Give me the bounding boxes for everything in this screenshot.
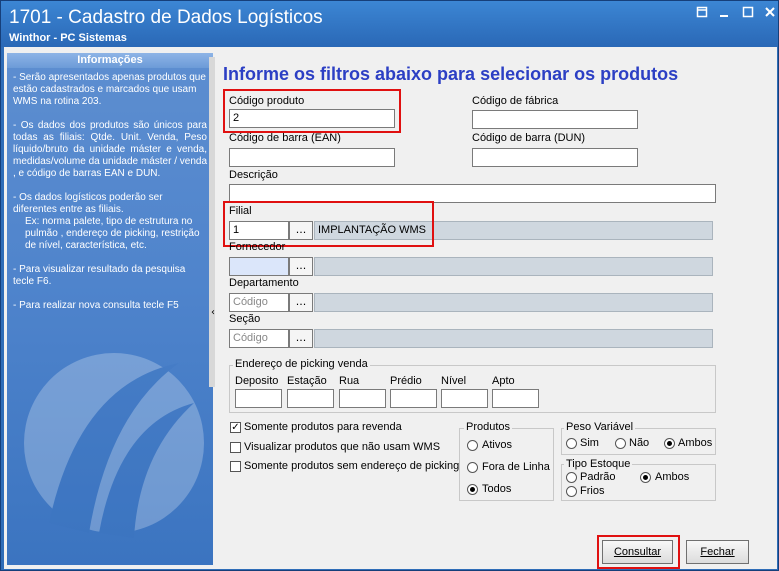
sem-picking-checkbox[interactable] <box>230 461 241 472</box>
tipo-ambos-radio[interactable] <box>640 472 651 483</box>
somente-revenda-label: Somente produtos para revenda <box>244 421 402 433</box>
tipo-padrao-radio[interactable] <box>566 472 577 483</box>
codigo-fabrica-input[interactable] <box>472 110 638 129</box>
form-heading: Informe os filtros abaixo para seleciona… <box>223 64 679 84</box>
info-text-1: - Serão apresentados apenas produtos que… <box>13 72 206 107</box>
produtos-fora-linha-radio[interactable] <box>467 462 478 473</box>
peso-sim-radio[interactable] <box>566 438 577 449</box>
info-text-4: Ex: norma palete, tipo de estrutura no p… <box>25 216 200 251</box>
secao-input[interactable]: Código <box>229 329 289 348</box>
info-panel: Informações - Serão apresentados apenas … <box>7 53 213 565</box>
picking-rua-label: Rua <box>339 375 360 387</box>
secao-lookup-button[interactable]: ... <box>289 329 313 348</box>
fornecedor-label: Fornecedor <box>229 241 286 253</box>
picking-estacao-label: Estação <box>287 375 327 387</box>
peso-variavel-title: Peso Variável <box>564 421 636 433</box>
secao-description <box>314 329 713 348</box>
peso-nao-label: Não <box>629 437 650 449</box>
picking-predio-input[interactable] <box>390 389 437 408</box>
picking-predio-label: Prédio <box>390 375 422 387</box>
fornecedor-lookup-button[interactable]: ... <box>289 257 313 276</box>
fornecedor-description <box>314 257 713 276</box>
info-header: Informações <box>7 53 213 68</box>
departamento-description <box>314 293 713 312</box>
app-window: 1701 - Cadastro de Dados Logísticos Wint… <box>0 0 779 571</box>
pc-logo-icon <box>24 353 204 538</box>
picking-estacao-input[interactable] <box>287 389 334 408</box>
info-text-2: - Os dados dos produtos são únicos para … <box>13 120 208 179</box>
peso-ambos-radio[interactable] <box>664 438 675 449</box>
chevron-left-icon[interactable]: ‹ <box>211 307 215 318</box>
highlight-consultar <box>597 535 680 569</box>
picking-deposito-input[interactable] <box>235 389 282 408</box>
peso-nao-radio[interactable] <box>615 438 626 449</box>
picking-nivel-label: Nível <box>441 375 467 387</box>
produtos-ativos-radio[interactable] <box>467 440 478 451</box>
departamento-input[interactable]: Código <box>229 293 289 312</box>
produtos-group-title: Produtos <box>464 421 513 433</box>
secao-label: Seção <box>229 313 261 325</box>
picking-rua-input[interactable] <box>339 389 386 408</box>
tipo-frios-radio[interactable] <box>566 486 577 497</box>
sem-picking-label: Somente produtos sem endereço de picking <box>244 460 460 472</box>
picking-group-title: Endereço de picking venda <box>233 358 370 370</box>
ean-label: Código de barra (EAN) <box>229 132 341 144</box>
client-area: Informações - Serão apresentados apenas … <box>4 47 777 569</box>
info-text-5: - Para visualizar resultado da pesquisa … <box>13 264 186 287</box>
window-subtitle: Winthor - PC Sistemas <box>9 32 127 44</box>
info-text-6: - Para realizar nova consulta tecle F5 <box>13 300 179 311</box>
highlight-codigo-produto <box>223 89 401 133</box>
fornecedor-input[interactable] <box>229 257 289 276</box>
picking-apto-input[interactable] <box>492 389 539 408</box>
produtos-fora-linha-label: Fora de Linha <box>482 461 550 473</box>
tipo-estoque-title: Tipo Estoque <box>564 458 633 470</box>
restore-icon[interactable] <box>692 6 712 24</box>
window-title: 1701 - Cadastro de Dados Logísticos <box>9 7 323 28</box>
departamento-label: Departamento <box>229 277 299 289</box>
produtos-todos-label: Todos <box>482 483 512 495</box>
descricao-label: Descrição <box>229 169 278 181</box>
peso-sim-label: Sim <box>580 437 599 449</box>
maximize-icon[interactable] <box>738 6 758 24</box>
visualizar-nao-wms-checkbox[interactable] <box>230 442 241 453</box>
somente-revenda-checkbox[interactable]: ✓ <box>230 422 241 433</box>
info-scrollbar[interactable] <box>209 57 215 387</box>
tipo-frios-label: Frios <box>580 485 605 497</box>
picking-nivel-input[interactable] <box>441 389 488 408</box>
tipo-ambos-label: Ambos <box>655 471 690 483</box>
dun-input[interactable] <box>472 148 638 167</box>
minimize-icon[interactable] <box>714 6 734 24</box>
picking-deposito-label: Deposito <box>235 375 279 387</box>
visualizar-nao-wms-label: Visualizar produtos que não usam WMS <box>244 441 441 453</box>
dun-label: Código de barra (DUN) <box>472 132 586 144</box>
departamento-lookup-button[interactable]: ... <box>289 293 313 312</box>
picking-apto-label: Apto <box>492 375 515 387</box>
produtos-ativos-label: Ativos <box>482 439 512 451</box>
ean-input[interactable] <box>229 148 395 167</box>
fechar-button[interactable]: Fechar <box>686 540 749 564</box>
produtos-todos-radio[interactable] <box>467 484 478 495</box>
peso-ambos-label: Ambos <box>678 437 713 449</box>
close-icon[interactable] <box>760 6 779 24</box>
codigo-fabrica-label: Código de fábrica <box>472 95 559 107</box>
info-text-3: - Os dados logísticos poderão ser difere… <box>13 192 163 215</box>
tipo-padrao-label: Padrão <box>580 471 616 483</box>
title-bar: 1701 - Cadastro de Dados Logísticos Wint… <box>1 1 778 47</box>
